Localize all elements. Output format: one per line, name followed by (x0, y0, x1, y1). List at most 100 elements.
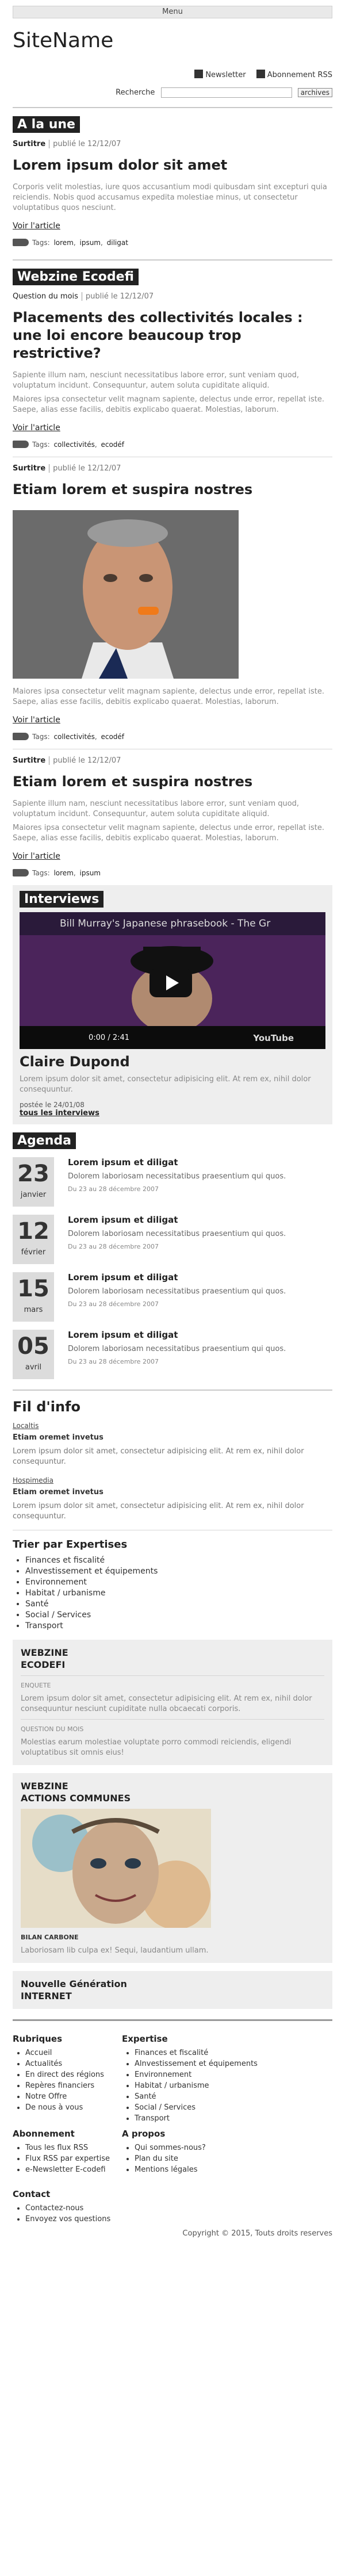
tag-link[interactable]: collectivités (53, 441, 94, 449)
newsletter-icon (194, 70, 204, 78)
article-meta: Surtitre publié le 12/12/07 (13, 140, 332, 148)
footer-link[interactable]: Alnvestissement et équipements (135, 2058, 277, 2069)
agenda-title[interactable]: Lorem ipsum et diligat (68, 1272, 332, 1283)
box-text: Molestias earum molestiae voluptate porr… (21, 1738, 292, 1757)
article-meta: Question du mois publié le 12/12/07 (13, 292, 332, 301)
play-icon (166, 975, 179, 990)
footer-col-apropos: A propos Qui sommes-nous? Plan du site M… (122, 2129, 277, 2175)
search-input[interactable] (160, 87, 292, 98)
article-excerpt: Maiores ipsa consectetur velit magnam sa… (13, 687, 325, 706)
expertise-link[interactable]: Habitat / urbanisme (25, 1588, 332, 1599)
tag-link[interactable]: collectivités (53, 733, 94, 741)
footer-col-contact: Contact Contactez-nous Envoyez vos quest… (13, 2189, 168, 2225)
rubrique: Surtitre (13, 464, 46, 473)
article-photo[interactable] (13, 510, 239, 679)
box-title: Nouvelle Génération (21, 1978, 127, 1989)
article-title[interactable]: Placements des collectivités locales : u… (13, 309, 332, 362)
article-title[interactable]: Etiam lorem et suspira nostres (13, 773, 332, 791)
agenda-item[interactable]: 12 février Lorem ipsum et diligat Dolorem … (13, 1215, 332, 1264)
tag-link[interactable]: diligat (107, 239, 128, 247)
expertises-list: Finances et fiscalité Alnvestissement et… (25, 1555, 332, 1632)
agenda-day: 15 (17, 1276, 49, 1302)
footer-link[interactable]: Finances et fiscalité (135, 2047, 277, 2058)
tag-link[interactable]: ipsum (80, 239, 101, 247)
agenda-span: Du 23 au 28 décembre 2007 (68, 1185, 159, 1193)
rubrique-link[interactable]: Question du mois (13, 292, 78, 301)
site-name[interactable]: SiteName (13, 29, 332, 52)
video-title[interactable]: Bill Murray's Japanese phrasebook - The … (60, 918, 270, 929)
tag-link[interactable]: ecodéf (101, 441, 124, 449)
news-source-link[interactable]: Hospimedia (13, 1476, 332, 1484)
expertise-link[interactable]: Transport (25, 1621, 332, 1632)
section-title-agenda: Agenda (13, 1132, 76, 1149)
read-more-link[interactable]: Voir l'article (13, 423, 332, 432)
agenda-item[interactable]: 05 avril Lorem ipsum et diligat Dolorem la… (13, 1330, 332, 1379)
footer-link[interactable]: Transport (135, 2113, 277, 2124)
date-box: 23 janvier (13, 1157, 54, 1207)
agenda-item[interactable]: 23 janvier Lorem ipsum et diligat Dolorem … (13, 1157, 332, 1207)
newsletter-link[interactable]: Newsletter (194, 70, 246, 79)
tag-link[interactable]: lorem (53, 239, 73, 247)
footer-heading: Contact (13, 2189, 51, 2199)
image-caption: BILAN CARBONE (21, 1934, 79, 1941)
tags-label: Tags: (32, 441, 50, 449)
interviews-block: Interviews Bill Murray's Japanese phrase… (13, 885, 332, 1124)
article-title[interactable]: Etiam lorem et suspira nostres (13, 481, 332, 499)
agenda-desc: Dolorem laboriosam necessitatibus praese… (68, 1172, 286, 1181)
footer-link[interactable]: Habitat / urbanisme (135, 2080, 277, 2091)
agenda-title[interactable]: Lorem ipsum et diligat (68, 1330, 332, 1340)
expertise-link[interactable]: Environnement (25, 1577, 332, 1588)
webzine-ecodefi-box[interactable]: WEBZINE ECODEFI ENQUETE Lorem ipsum dolo… (13, 1640, 332, 1765)
footer-link[interactable]: Plan du site (135, 2153, 277, 2164)
publish-date: publié le 12/12/07 (85, 292, 154, 301)
expertise-link[interactable]: Social / Services (25, 1610, 332, 1621)
menu-button[interactable]: Menu (13, 6, 332, 18)
expertise-link[interactable]: Finances et fiscalité (25, 1555, 332, 1566)
all-interviews-link[interactable]: tous les interviews (20, 1109, 99, 1117)
footer-link[interactable]: Envoyez vos questions (25, 2214, 168, 2225)
footer-link[interactable]: Social / Services (135, 2102, 277, 2113)
internet-box[interactable]: Nouvelle Génération INTERNET (13, 1971, 332, 2009)
youtube-logo[interactable]: YouTube (253, 1033, 294, 1043)
news-text: Lorem ipsum dolor sit amet, consectetur … (13, 1447, 304, 1466)
footer-link[interactable]: Environnement (135, 2069, 277, 2080)
date-box: 05 avril (13, 1330, 54, 1379)
agenda-title[interactable]: Lorem ipsum et diligat (68, 1215, 332, 1225)
agenda-day: 05 (17, 1333, 49, 1360)
tag-link[interactable]: ipsum (80, 869, 101, 877)
footer-link[interactable]: Santé (135, 2091, 277, 2102)
news-title[interactable]: Etiam oremet invetus (13, 1488, 332, 1496)
archives-button[interactable]: archives (297, 87, 332, 97)
agenda-item[interactable]: 15 mars Lorem ipsum et diligat Dolorem lab… (13, 1272, 332, 1322)
footer-link[interactable]: Mentions légales (135, 2164, 277, 2175)
read-more-link[interactable]: Voir l'article (13, 221, 332, 231)
news-title[interactable]: Etiam oremet invetus (13, 1433, 332, 1442)
article-excerpt: Sapiente illum nam, nesciunt necessitati… (13, 799, 300, 818)
search-form: Recherche archives (13, 87, 332, 98)
agenda-title[interactable]: Lorem ipsum et diligat (68, 1157, 332, 1168)
news-source-link[interactable]: Localtis (13, 1422, 332, 1430)
expertise-link[interactable]: Santé (25, 1599, 332, 1610)
tag-link[interactable]: ecodéf (101, 733, 124, 741)
footer-link[interactable]: Contactez-nous (25, 2203, 168, 2214)
footer-link[interactable]: Qui sommes-nous? (135, 2142, 277, 2153)
expertise-link[interactable]: Alnvestissement et équipements (25, 1566, 332, 1577)
publish-date: publié le 12/12/07 (53, 756, 121, 765)
agenda-span: Du 23 au 28 décembre 2007 (68, 1358, 159, 1365)
read-more-link[interactable]: Voir l'article (13, 715, 332, 725)
interview-excerpt: Lorem ipsum dolor sit amet, consectetur … (20, 1075, 311, 1094)
article-meta: Surtitre publié le 12/12/07 (13, 464, 332, 473)
box-title: ECODEFI (21, 1659, 66, 1670)
webzine-actions-box[interactable]: WEBZINE ACTIONS COMMUNES BILAN CARBONE L… (13, 1773, 332, 1963)
subscription-links: Newsletter Abonnement RSS (13, 70, 332, 79)
read-more-link[interactable]: Voir l'article (13, 852, 332, 861)
rss-icon (256, 70, 265, 78)
tag-link[interactable]: lorem (53, 869, 73, 877)
rss-label: Abonnement RSS (267, 71, 332, 79)
video-player[interactable]: Bill Murray's Japanese phrasebook - The … (20, 912, 325, 1049)
article-title[interactable]: Lorem ipsum dolor sit amet (13, 156, 332, 174)
footer: Rubriques Accueil Actualités En direct d… (13, 2034, 332, 2304)
interview-name[interactable]: Claire Dupond (20, 1054, 325, 1070)
rss-link[interactable]: Abonnement RSS (256, 70, 332, 79)
footer-heading: Expertise (122, 2034, 168, 2044)
